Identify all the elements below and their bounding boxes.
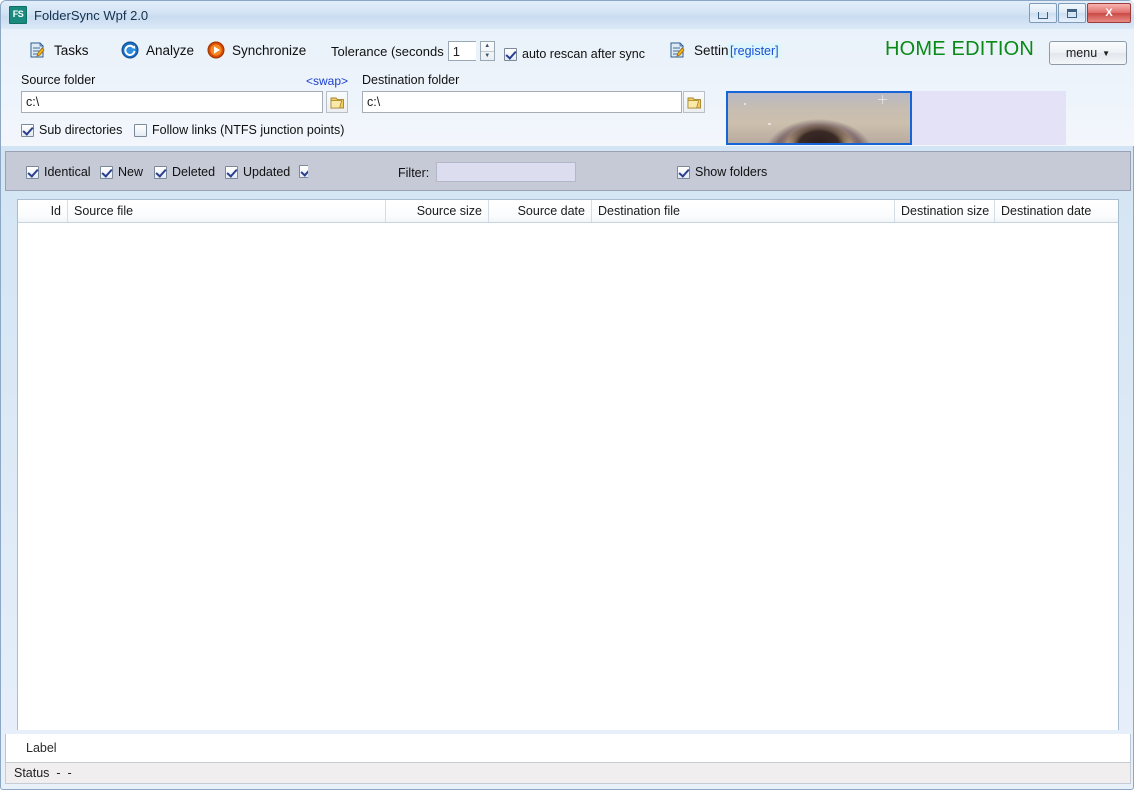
close-button[interactable]: X xyxy=(1087,3,1131,23)
tasks-button[interactable]: Tasks xyxy=(29,41,89,59)
column-header-destination-file[interactable]: Destination file xyxy=(592,200,895,222)
column-header-source-file[interactable]: Source file xyxy=(68,200,386,222)
destination-folder-input[interactable] xyxy=(362,91,682,113)
synchronize-label: Synchronize xyxy=(232,43,306,58)
minimize-icon xyxy=(1038,12,1048,19)
chevron-down-icon: ▼ xyxy=(1102,49,1110,58)
folder-icon xyxy=(687,96,702,109)
source-folder-input[interactable] xyxy=(21,91,323,113)
settings-icon xyxy=(669,41,687,59)
new-box xyxy=(100,166,113,179)
show-folders-label: Show folders xyxy=(695,165,767,179)
stepper-up-icon[interactable]: ▲ xyxy=(481,42,494,52)
auto-rescan-label: auto rescan after sync xyxy=(522,47,645,61)
extra-box xyxy=(299,165,308,178)
filter-identical-checkbox[interactable]: Identical xyxy=(26,165,91,179)
maximize-button[interactable] xyxy=(1058,3,1086,23)
tolerance-input[interactable] xyxy=(448,41,476,61)
sub-directories-box xyxy=(21,124,34,137)
maximize-icon xyxy=(1067,9,1077,18)
results-grid[interactable]: Id Source file Source size Source date D… xyxy=(17,199,1119,730)
column-header-destination-date[interactable]: Destination date xyxy=(995,200,1118,222)
promo-banner-image xyxy=(726,91,912,145)
source-folder-label: Source folder xyxy=(21,73,95,87)
grid-header-row: Id Source file Source size Source date D… xyxy=(18,200,1118,223)
tasks-icon xyxy=(29,41,47,59)
analyze-button[interactable]: Analyze xyxy=(121,41,194,59)
status-bar: Status - - xyxy=(5,762,1131,784)
toolbar-area: Tasks Analyze Synchronize xyxy=(1,29,1134,146)
synchronize-icon xyxy=(207,41,225,59)
filter-extra-checkbox[interactable] xyxy=(299,165,308,178)
menu-label: menu xyxy=(1066,46,1097,60)
column-header-id[interactable]: Id xyxy=(18,200,68,222)
column-header-source-date[interactable]: Source date xyxy=(489,200,592,222)
edition-label: HOME EDITION xyxy=(885,38,1034,61)
identical-box xyxy=(26,166,39,179)
swap-link[interactable]: <swap> xyxy=(306,74,348,88)
filter-strip: Identical New Deleted Updated Filter: Sh… xyxy=(5,151,1131,191)
filter-deleted-checkbox[interactable]: Deleted xyxy=(154,165,215,179)
tolerance-control: Tolerance (seconds ▲ ▼ xyxy=(331,41,495,61)
grid-body[interactable] xyxy=(18,223,1118,730)
register-link[interactable]: [register] xyxy=(728,43,781,59)
title-bar: FS FolderSync Wpf 2.0 X xyxy=(1,1,1134,29)
updated-label: Updated xyxy=(243,165,290,179)
window-title: FolderSync Wpf 2.0 xyxy=(34,8,148,23)
sub-directories-checkbox[interactable]: Sub directories xyxy=(21,123,122,137)
toolbar-row: Tasks Analyze Synchronize xyxy=(1,35,1134,67)
tasks-label: Tasks xyxy=(54,43,89,58)
banner-speck xyxy=(768,123,771,125)
filter-label: Filter: xyxy=(398,166,429,180)
deleted-box xyxy=(154,166,167,179)
label-bar: Label xyxy=(5,734,1131,762)
close-icon: X xyxy=(1105,7,1112,19)
filter-new-checkbox[interactable]: New xyxy=(100,165,143,179)
analyze-label: Analyze xyxy=(146,43,194,58)
application-window: FS FolderSync Wpf 2.0 X xyxy=(0,0,1134,790)
analyze-icon xyxy=(121,41,139,59)
deleted-label: Deleted xyxy=(172,165,215,179)
source-browse-button[interactable] xyxy=(326,91,348,113)
promo-banner[interactable] xyxy=(726,91,1066,145)
tolerance-label: Tolerance (seconds xyxy=(331,44,444,59)
follow-links-box xyxy=(134,124,147,137)
banner-speck xyxy=(744,103,746,105)
minimize-button[interactable] xyxy=(1029,3,1057,23)
updated-box xyxy=(225,166,238,179)
follow-links-label: Follow links (NTFS junction points) xyxy=(152,123,344,137)
column-header-destination-size[interactable]: Destination size xyxy=(895,200,995,222)
auto-rescan-box xyxy=(504,48,517,61)
show-folders-checkbox[interactable]: Show folders xyxy=(677,165,767,179)
column-header-source-size[interactable]: Source size xyxy=(386,200,489,222)
destination-browse-button[interactable] xyxy=(683,91,705,113)
label-text: Label xyxy=(26,741,57,755)
window-controls: X xyxy=(1029,3,1131,23)
new-label: New xyxy=(118,165,143,179)
auto-rescan-checkbox[interactable]: auto rescan after sync xyxy=(504,47,645,61)
filter-updated-checkbox[interactable]: Updated xyxy=(225,165,290,179)
follow-links-checkbox[interactable]: Follow links (NTFS junction points) xyxy=(134,123,344,137)
sub-directories-label: Sub directories xyxy=(39,123,122,137)
show-folders-box xyxy=(677,166,690,179)
status-text: Status - - xyxy=(14,766,72,780)
synchronize-button[interactable]: Synchronize xyxy=(207,41,306,59)
menu-button[interactable]: menu ▼ xyxy=(1049,41,1127,65)
folder-icon xyxy=(330,96,345,109)
tolerance-stepper[interactable]: ▲ ▼ xyxy=(480,41,495,61)
filter-input[interactable] xyxy=(436,162,576,182)
fs-app-icon: FS xyxy=(9,6,27,24)
stepper-down-icon[interactable]: ▼ xyxy=(481,52,494,61)
banner-speck xyxy=(882,95,883,104)
destination-folder-label: Destination folder xyxy=(362,73,459,87)
identical-label: Identical xyxy=(44,165,91,179)
